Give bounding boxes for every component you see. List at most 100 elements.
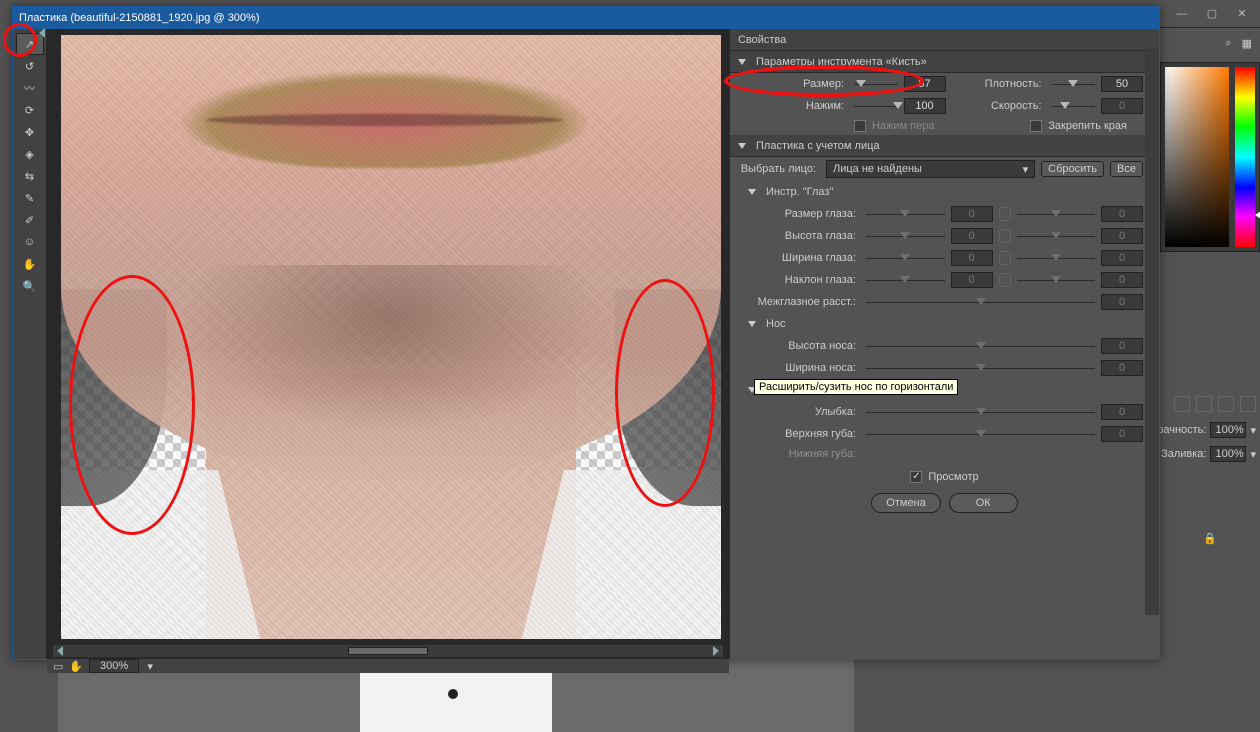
eye-width-slider-left bbox=[866, 251, 945, 265]
eye-size-slider-right bbox=[1017, 207, 1096, 221]
eye-distance-input-left bbox=[1101, 294, 1143, 310]
tool-push-left[interactable]: ⇆ bbox=[16, 165, 44, 187]
liquify-canvas[interactable] bbox=[47, 29, 729, 645]
smile-label: Улыбка: bbox=[730, 406, 860, 418]
tool-smooth[interactable]: 〰 bbox=[16, 77, 44, 99]
eye-tilt-input-left bbox=[951, 272, 993, 288]
tool-reconstruct[interactable]: ↺ bbox=[16, 55, 44, 77]
eye-tilt-input-right bbox=[1101, 272, 1143, 288]
eye-width-label: Ширина глаза: bbox=[730, 252, 860, 264]
eye-height-input-left bbox=[951, 228, 993, 244]
tool-face[interactable]: ☺ bbox=[16, 231, 44, 253]
face-aware-section-header[interactable]: Пластика с учетом лица bbox=[730, 135, 1159, 157]
horizontal-scrollbar[interactable] bbox=[53, 645, 723, 657]
cancel-button[interactable]: Отмена bbox=[871, 493, 940, 513]
preview-checkbox[interactable] bbox=[910, 471, 922, 483]
fit-icon[interactable]: ▭ bbox=[53, 660, 63, 673]
link-icon bbox=[999, 229, 1011, 243]
link-icon bbox=[999, 273, 1011, 287]
eyes-section-header[interactable]: Инстр. "Глаз" bbox=[730, 181, 1159, 203]
fill-label: Заливка: bbox=[1161, 448, 1206, 460]
canvas-handle-icon bbox=[39, 28, 45, 38]
tool-zoom[interactable]: 🔍 bbox=[16, 275, 44, 297]
density-slider[interactable] bbox=[1052, 77, 1096, 91]
eye-size-input-left bbox=[951, 206, 993, 222]
eye-height-label: Высота глаза: bbox=[730, 230, 860, 242]
eye-width-input-left bbox=[951, 250, 993, 266]
reset-button: Сбросить bbox=[1041, 161, 1104, 177]
rate-label: Скорость: bbox=[976, 100, 1046, 112]
size-input[interactable] bbox=[904, 76, 946, 92]
pin-edges-checkbox[interactable] bbox=[1030, 120, 1042, 132]
eye-tilt-label: Наклон глаза: bbox=[730, 274, 860, 286]
eye-size-input-right bbox=[1101, 206, 1143, 222]
zoom-level[interactable]: 300% bbox=[89, 659, 139, 673]
eye-distance-label: Межглазное расст.: bbox=[730, 296, 860, 308]
upper-lip-slider bbox=[866, 427, 1095, 441]
pen-pressure-label: Нажим пера bbox=[872, 120, 935, 132]
eye-distance-slider-left bbox=[866, 295, 1095, 309]
nose-height-input bbox=[1101, 338, 1143, 354]
ok-button[interactable]: ОК bbox=[949, 493, 1018, 513]
eye-tilt-slider-right bbox=[1017, 273, 1096, 287]
tool-freeze[interactable]: ✎ bbox=[16, 187, 44, 209]
nose-width-slider bbox=[866, 361, 1095, 375]
canvas-status-bar: ▭ ✋ 300% ▾ bbox=[47, 659, 729, 673]
pressure-slider[interactable] bbox=[854, 99, 898, 113]
pressure-input[interactable] bbox=[904, 98, 946, 114]
color-picker[interactable] bbox=[1160, 62, 1260, 252]
eye-height-slider-left bbox=[866, 229, 945, 243]
tool-twirl[interactable]: ⟳ bbox=[16, 99, 44, 121]
chevron-down-icon[interactable]: ▾ bbox=[1250, 449, 1256, 459]
pen-pressure-checkbox bbox=[854, 120, 866, 132]
pin-edges-label: Закрепить края bbox=[1048, 120, 1127, 132]
window-minimize[interactable]: — bbox=[1172, 6, 1192, 22]
dialog-title: Пластика (beautiful-2150881_1920.jpg @ 3… bbox=[19, 12, 260, 24]
workspace-icon[interactable]: ▦ bbox=[1242, 37, 1252, 50]
nose-height-slider bbox=[866, 339, 1095, 353]
tooltip: Расширить/сузить нос по горизонтали bbox=[754, 379, 958, 395]
nose-section-header[interactable]: Нос bbox=[730, 313, 1159, 335]
preview-label: Просмотр bbox=[928, 471, 978, 483]
properties-scrollbar[interactable] bbox=[1145, 49, 1159, 615]
select-face-label: Выбрать лицо: bbox=[730, 163, 820, 175]
liquify-dialog: Пластика (beautiful-2150881_1920.jpg @ 3… bbox=[12, 6, 1160, 660]
app-right-panel: — ▢ ✕ ⌕ ▦ зрачность: 100% ▾ Заливка: 100… bbox=[1160, 0, 1260, 732]
upper-lip-label: Верхняя губа: bbox=[730, 428, 860, 440]
pressure-label: Нажим: bbox=[730, 100, 848, 112]
size-label: Размер: bbox=[730, 78, 848, 90]
chevron-down-icon[interactable]: ▾ bbox=[1250, 425, 1256, 435]
tool-pucker[interactable]: ✥ bbox=[16, 121, 44, 143]
eye-tilt-slider-left bbox=[866, 273, 945, 287]
rate-slider bbox=[1052, 99, 1096, 113]
nose-height-label: Высота носа: bbox=[730, 340, 860, 352]
opacity-value[interactable]: 100% bbox=[1210, 422, 1246, 438]
fill-value[interactable]: 100% bbox=[1210, 446, 1246, 462]
link-icon bbox=[999, 251, 1011, 265]
brush-section-header[interactable]: Параметры инструмента «Кисть» bbox=[730, 51, 1159, 73]
size-slider[interactable] bbox=[854, 77, 898, 91]
eye-width-slider-right bbox=[1017, 251, 1096, 265]
eye-height-slider-right bbox=[1017, 229, 1096, 243]
upper-lip-input bbox=[1101, 426, 1143, 442]
lock-icon: 🔒 bbox=[1203, 532, 1217, 545]
eye-size-label: Размер глаза: bbox=[730, 208, 860, 220]
density-label: Плотность: bbox=[976, 78, 1046, 90]
tool-thaw[interactable]: ✐ bbox=[16, 209, 44, 231]
properties-panel: Свойства Параметры инструмента «Кисть» Р… bbox=[729, 29, 1159, 659]
window-close[interactable]: ✕ bbox=[1232, 6, 1252, 22]
rate-input bbox=[1101, 98, 1143, 114]
layer-action-icons[interactable] bbox=[1164, 396, 1256, 412]
smile-slider bbox=[866, 405, 1095, 419]
nose-width-label: Ширина носа: bbox=[730, 362, 860, 374]
opacity-label: зрачность: bbox=[1152, 424, 1206, 436]
dialog-title-bar[interactable]: Пластика (beautiful-2150881_1920.jpg @ 3… bbox=[13, 7, 1159, 29]
window-maximize[interactable]: ▢ bbox=[1202, 6, 1222, 22]
search-icon[interactable]: ⌕ bbox=[1225, 37, 1231, 50]
tool-hand[interactable]: ✋ bbox=[16, 253, 44, 275]
hand-mini-icon[interactable]: ✋ bbox=[69, 660, 83, 673]
chevron-down-icon[interactable]: ▾ bbox=[145, 661, 155, 671]
tool-bloat[interactable]: ◈ bbox=[16, 143, 44, 165]
eye-width-input-right bbox=[1101, 250, 1143, 266]
density-input[interactable] bbox=[1101, 76, 1143, 92]
